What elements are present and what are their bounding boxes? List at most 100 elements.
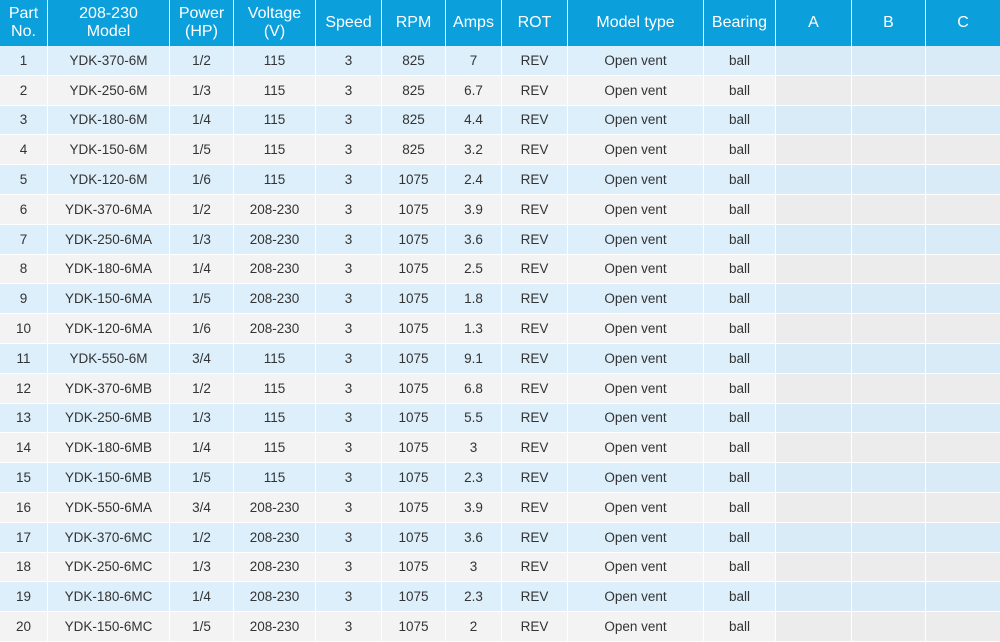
cell-power: 1/2 xyxy=(170,46,234,76)
cell-voltage: 115 xyxy=(234,46,316,76)
cell-part-no: 8 xyxy=(0,254,48,285)
cell-part-no: 2 xyxy=(0,75,48,106)
cell-b xyxy=(852,612,926,642)
cell-b xyxy=(852,373,926,404)
cell-rpm: 1075 xyxy=(382,433,446,464)
cell-b xyxy=(852,135,926,166)
header-rot: ROT xyxy=(502,0,568,46)
cell-a xyxy=(776,522,852,553)
cell-rot: REV xyxy=(502,582,568,613)
cell-bearing: ball xyxy=(704,343,776,374)
cell-model-type: Open vent xyxy=(568,343,704,374)
cell-voltage: 208-230 xyxy=(234,284,316,315)
cell-rpm: 1075 xyxy=(382,403,446,434)
cell-speed: 3 xyxy=(316,75,382,106)
table-row: 6 YDK-370-6MA 1/2 208-230 3 1075 3.9 REV Open ve… xyxy=(0,194,1000,225)
header-a: A xyxy=(776,0,852,46)
cell-model-type: Open vent xyxy=(568,314,704,344)
cell-amps: 3.6 xyxy=(446,224,502,255)
cell-bearing: ball xyxy=(704,135,776,166)
cell-voltage: 115 xyxy=(234,165,316,195)
header-model: 208-230 Model xyxy=(48,0,170,46)
cell-rpm: 1075 xyxy=(382,492,446,523)
cell-a xyxy=(776,612,852,642)
header-rpm: RPM xyxy=(382,0,446,46)
cell-voltage: 115 xyxy=(234,403,316,434)
cell-a xyxy=(776,433,852,464)
cell-a xyxy=(776,552,852,583)
table-row: 8 YDK-180-6MA 1/4 208-230 3 1075 2.5 REV Open ve… xyxy=(0,254,1000,285)
cell-rpm: 1075 xyxy=(382,612,446,642)
cell-b xyxy=(852,194,926,225)
cell-part-no: 20 xyxy=(0,612,48,642)
cell-voltage: 115 xyxy=(234,105,316,136)
cell-part-no: 13 xyxy=(0,403,48,434)
cell-rpm: 825 xyxy=(382,105,446,136)
table-row: 11 YDK-550-6M 3/4 115 3 1075 9.1 REV Open vent ba… xyxy=(0,343,1000,374)
cell-model-type: Open vent xyxy=(568,552,704,583)
cell-b xyxy=(852,165,926,195)
cell-model: YDK-550-6M xyxy=(48,343,170,374)
table-row: 20 YDK-150-6MC 1/5 208-230 3 1075 2 REV Open ven… xyxy=(0,612,1000,642)
cell-model-type: Open vent xyxy=(568,135,704,166)
cell-rot: REV xyxy=(502,403,568,434)
cell-part-no: 15 xyxy=(0,463,48,493)
cell-amps: 6.8 xyxy=(446,373,502,404)
cell-a xyxy=(776,463,852,493)
cell-amps: 3.9 xyxy=(446,194,502,225)
cell-b xyxy=(852,552,926,583)
cell-model-type: Open vent xyxy=(568,75,704,106)
cell-speed: 3 xyxy=(316,284,382,315)
cell-c xyxy=(926,492,1000,523)
table-row: 13 YDK-250-6MB 1/3 115 3 1075 5.5 REV Open vent b… xyxy=(0,403,1000,434)
cell-rpm: 1075 xyxy=(382,314,446,344)
table-row: 9 YDK-150-6MA 1/5 208-230 3 1075 1.8 REV Open ve… xyxy=(0,284,1000,315)
table-row: 3 YDK-180-6M 1/4 115 3 825 4.4 REV Open vent ball xyxy=(0,105,1000,136)
cell-voltage: 208-230 xyxy=(234,314,316,344)
cell-voltage: 208-230 xyxy=(234,194,316,225)
cell-bearing: ball xyxy=(704,492,776,523)
cell-rpm: 1075 xyxy=(382,552,446,583)
cell-speed: 3 xyxy=(316,403,382,434)
cell-b xyxy=(852,522,926,553)
cell-b xyxy=(852,582,926,613)
table-row: 10 YDK-120-6MA 1/6 208-230 3 1075 1.3 REV Open v… xyxy=(0,314,1000,344)
table-row: 16 YDK-550-6MA 3/4 208-230 3 1075 3.9 REV Open v… xyxy=(0,492,1000,523)
cell-rot: REV xyxy=(502,373,568,404)
cell-b xyxy=(852,343,926,374)
cell-voltage: 208-230 xyxy=(234,582,316,613)
cell-part-no: 3 xyxy=(0,105,48,136)
cell-model-type: Open vent xyxy=(568,522,704,553)
header-power: Power (HP) xyxy=(170,0,234,46)
cell-speed: 3 xyxy=(316,373,382,404)
cell-part-no: 4 xyxy=(0,135,48,166)
cell-amps: 2.4 xyxy=(446,165,502,195)
cell-rot: REV xyxy=(502,224,568,255)
cell-rot: REV xyxy=(502,314,568,344)
cell-model-type: Open vent xyxy=(568,165,704,195)
cell-part-no: 19 xyxy=(0,582,48,613)
cell-bearing: ball xyxy=(704,46,776,76)
motor-spec-table: Part No. 208-230 Model Power (HP) Voltag… xyxy=(0,0,1000,642)
cell-amps: 2.3 xyxy=(446,582,502,613)
cell-bearing: ball xyxy=(704,403,776,434)
cell-c xyxy=(926,254,1000,285)
cell-rot: REV xyxy=(502,165,568,195)
cell-amps: 2 xyxy=(446,612,502,642)
cell-rot: REV xyxy=(502,463,568,493)
cell-rpm: 1075 xyxy=(382,224,446,255)
cell-part-no: 17 xyxy=(0,522,48,553)
cell-part-no: 5 xyxy=(0,165,48,195)
cell-model: YDK-180-6MA xyxy=(48,254,170,285)
cell-power: 1/3 xyxy=(170,75,234,106)
cell-voltage: 208-230 xyxy=(234,254,316,285)
header-voltage: Voltage (V) xyxy=(234,0,316,46)
cell-rpm: 1075 xyxy=(382,582,446,613)
cell-b xyxy=(852,463,926,493)
cell-power: 1/5 xyxy=(170,612,234,642)
cell-speed: 3 xyxy=(316,552,382,583)
cell-rpm: 825 xyxy=(382,75,446,106)
cell-bearing: ball xyxy=(704,105,776,136)
cell-power: 3/4 xyxy=(170,492,234,523)
cell-speed: 3 xyxy=(316,612,382,642)
